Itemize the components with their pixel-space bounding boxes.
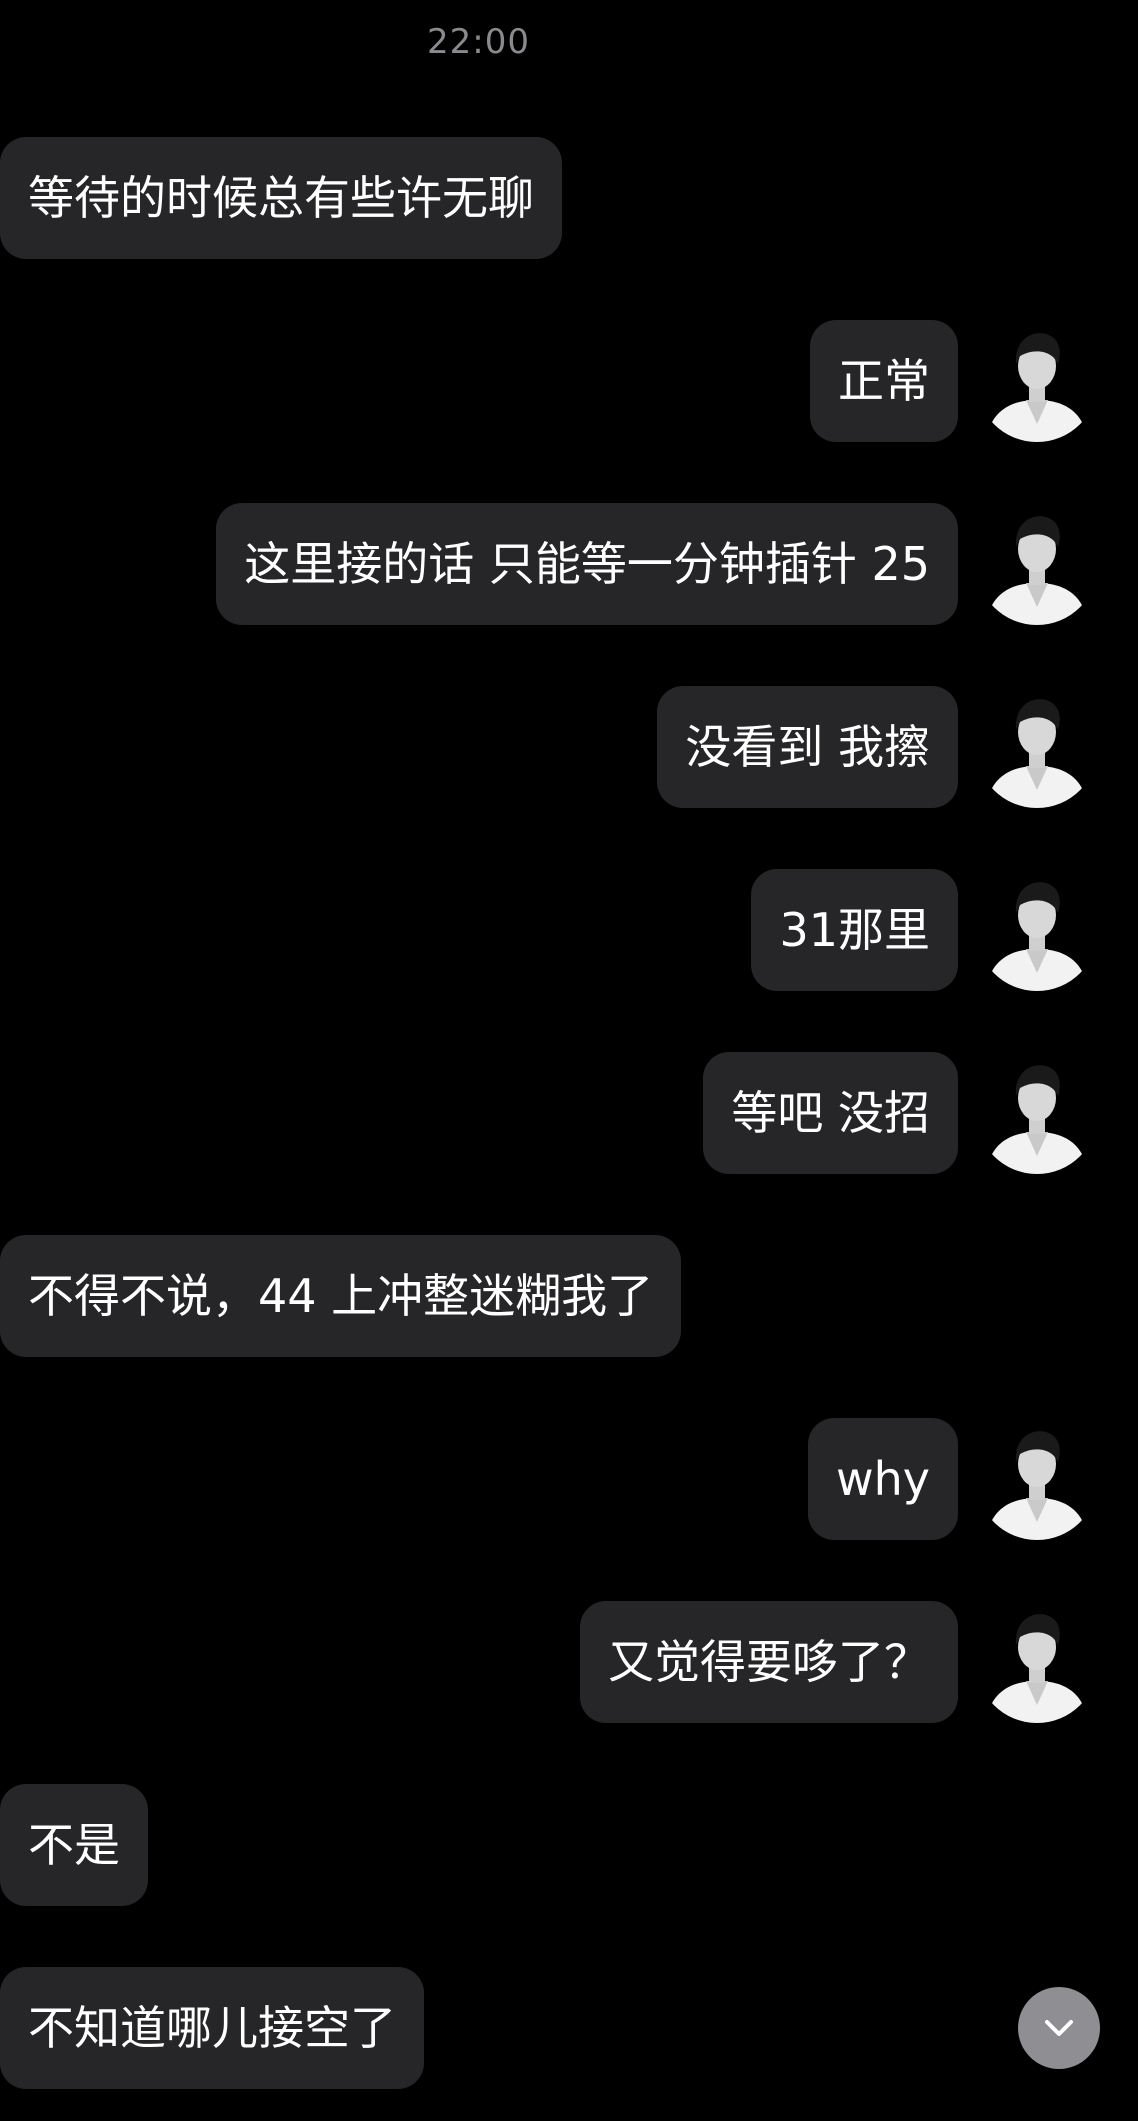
user-avatar[interactable] xyxy=(976,686,1098,808)
message-row: 31那里 xyxy=(0,869,1138,991)
user-avatar[interactable] xyxy=(976,320,1098,442)
message-bubble[interactable]: 没看到 我擦 xyxy=(657,686,958,808)
message-bubble[interactable]: 这里接的话 只能等一分钟插针 25 xyxy=(216,503,958,625)
message-bubble[interactable]: why xyxy=(808,1418,958,1540)
user-avatar[interactable] xyxy=(976,1601,1098,1723)
message-row: 没看到 我擦 xyxy=(0,686,1138,808)
message-row: why xyxy=(0,1418,1138,1540)
chat-timestamp: 22:00 xyxy=(427,22,530,62)
message-row: 等待的时候总有些许无聊 xyxy=(0,137,1138,259)
user-avatar[interactable] xyxy=(976,869,1098,991)
message-bubble[interactable]: 31那里 xyxy=(751,869,958,991)
message-bubble[interactable]: 不是 xyxy=(0,1784,148,1906)
user-avatar[interactable] xyxy=(976,1052,1098,1174)
message-row: 正常 xyxy=(0,320,1138,442)
message-bubble[interactable]: 又觉得要哆了？ xyxy=(580,1601,958,1723)
scroll-to-bottom-button[interactable] xyxy=(1018,1987,1100,2069)
avatar-icon xyxy=(976,686,1098,808)
message-row: 又觉得要哆了？ xyxy=(0,1601,1138,1723)
message-row: 不知道哪儿接空了 xyxy=(0,1967,1138,2089)
avatar-icon xyxy=(976,1052,1098,1174)
message-bubble[interactable]: 不知道哪儿接空了 xyxy=(0,1967,424,2089)
message-row: 等吧 没招 xyxy=(0,1052,1138,1174)
avatar-icon xyxy=(976,503,1098,625)
user-avatar[interactable] xyxy=(976,1418,1098,1540)
message-bubble[interactable]: 不得不说，44 上冲整迷糊我了 xyxy=(0,1235,682,1357)
message-row: 不是 xyxy=(0,1784,1138,1906)
message-row: 这里接的话 只能等一分钟插针 25 xyxy=(0,503,1138,625)
avatar-icon xyxy=(976,320,1098,442)
message-bubble[interactable]: 等待的时候总有些许无聊 xyxy=(0,137,562,259)
avatar-icon xyxy=(976,1601,1098,1723)
message-bubble[interactable]: 等吧 没招 xyxy=(703,1052,958,1174)
message-row: 不得不说，44 上冲整迷糊我了 xyxy=(0,1235,1138,1357)
user-avatar[interactable] xyxy=(976,503,1098,625)
avatar-icon xyxy=(976,1418,1098,1540)
chevron-down-icon xyxy=(1045,2020,1073,2036)
avatar-icon xyxy=(976,869,1098,991)
message-bubble[interactable]: 正常 xyxy=(810,320,958,442)
